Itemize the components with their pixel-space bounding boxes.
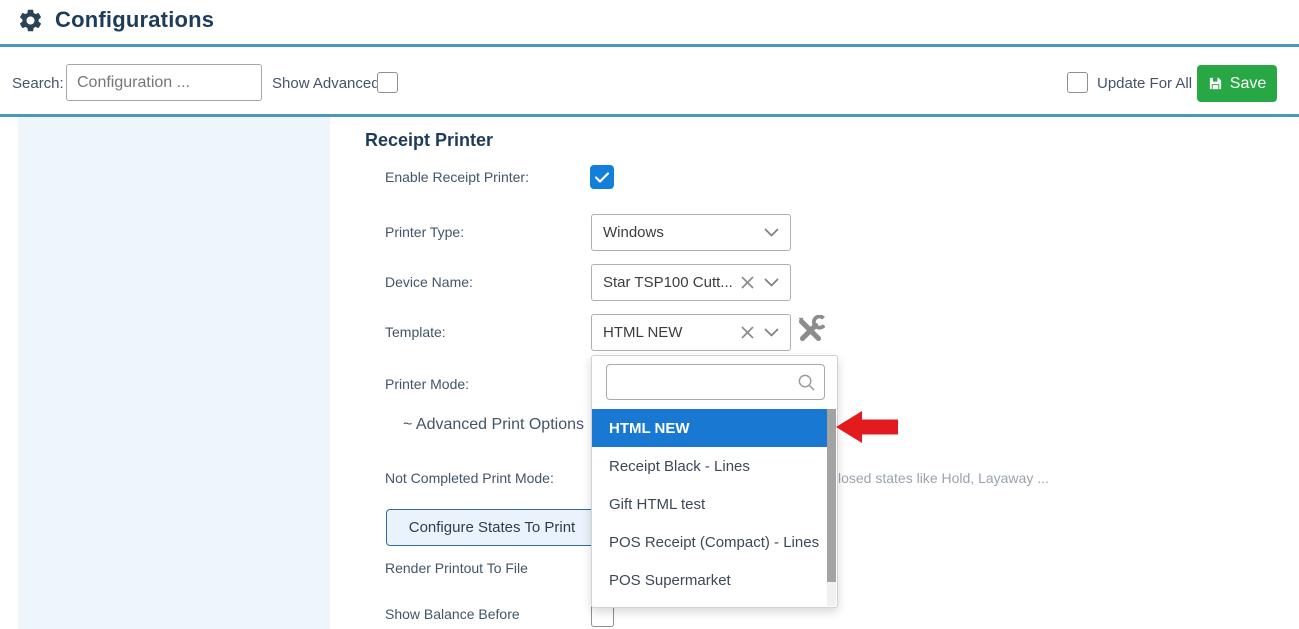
dropdown-scrollbar[interactable] — [827, 409, 836, 606]
chevron-down-icon — [764, 278, 779, 287]
show-balance-before-label: Show Balance Before — [385, 606, 520, 622]
template-dropdown-panel: HTML NEW Receipt Black - Lines Gift HTML… — [591, 355, 838, 608]
dropdown-option-selected[interactable]: HTML NEW — [592, 409, 829, 447]
search-label: Search: — [12, 75, 64, 92]
update-for-all-checkbox[interactable] — [1067, 72, 1088, 93]
printer-type-select[interactable]: Windows — [591, 214, 791, 251]
show-advanced-checkbox[interactable] — [377, 72, 398, 93]
dropdown-option[interactable]: Gift HTML test — [592, 485, 829, 523]
update-for-all-label: Update For All — [1097, 75, 1193, 92]
save-button-label: Save — [1229, 74, 1267, 92]
dropdown-scrollbar-thumb[interactable] — [827, 409, 836, 582]
printer-mode-label: Printer Mode: — [385, 376, 470, 392]
sidebar-panel — [18, 117, 330, 629]
dropdown-option[interactable]: Receipt Black - Lines — [592, 447, 829, 485]
printer-type-value: Windows — [603, 224, 664, 241]
enable-receipt-printer-label: Enable Receipt Printer: — [385, 169, 529, 185]
dropdown-search-input[interactable] — [606, 364, 825, 400]
template-label: Template: — [385, 324, 446, 340]
check-icon — [595, 171, 609, 183]
show-advanced-label: Show Advanced — [272, 75, 380, 92]
search-input[interactable] — [66, 64, 262, 101]
dropdown-option[interactable]: POS Supermarket — [592, 561, 829, 599]
clear-icon[interactable] — [741, 276, 754, 289]
template-tools-icon[interactable] — [795, 315, 825, 345]
template-value: HTML NEW — [603, 324, 683, 341]
render-printout-to-file-label: Render Printout To File — [385, 560, 528, 576]
device-name-label: Device Name: — [385, 274, 473, 290]
save-button[interactable]: Save — [1197, 65, 1277, 102]
not-completed-print-mode-label: Not Completed Print Mode: — [385, 470, 554, 486]
device-name-value: Star TSP100 Cutt... — [603, 274, 733, 291]
clear-icon[interactable] — [741, 326, 754, 339]
dropdown-option-list: HTML NEW Receipt Black - Lines Gift HTML… — [592, 409, 829, 599]
configurations-page: Configurations Search: Show Advanced Upd… — [0, 0, 1299, 629]
not-completed-print-mode-hint: closed states like Hold, Layaway ... — [831, 470, 1049, 486]
printer-type-label: Printer Type: — [385, 224, 465, 240]
chevron-down-icon — [764, 228, 779, 237]
section-title: Receipt Printer — [365, 130, 494, 150]
save-icon — [1209, 77, 1221, 90]
device-name-select[interactable]: Star TSP100 Cutt... — [591, 264, 791, 301]
page-title: Configurations — [55, 7, 215, 32]
template-select[interactable]: HTML NEW — [591, 314, 791, 351]
red-arrow-annotation-icon — [836, 411, 898, 443]
chevron-down-icon — [764, 328, 779, 337]
header-divider — [0, 44, 1299, 47]
gear-icon — [19, 9, 42, 32]
search-icon — [798, 374, 815, 391]
advanced-print-options-label[interactable]: ~ Advanced Print Options — [403, 416, 584, 434]
dropdown-option[interactable]: POS Receipt (Compact) - Lines — [592, 523, 829, 561]
enable-receipt-printer-checkbox[interactable] — [590, 165, 614, 189]
configure-states-to-print-button[interactable]: Configure States To Print — [386, 509, 598, 546]
